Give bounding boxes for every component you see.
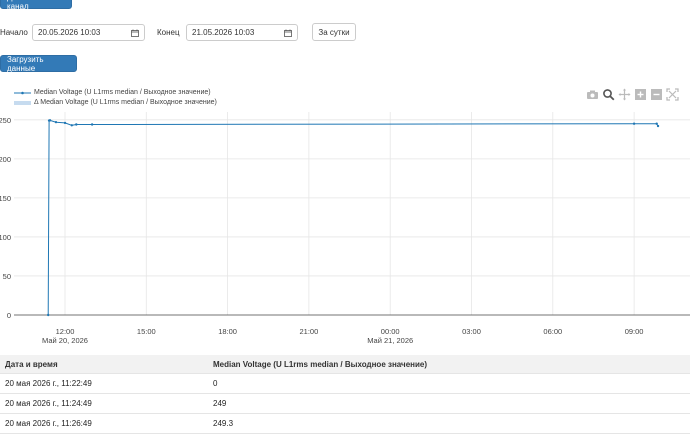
add-channel-button[interactable]: Добавить канал bbox=[0, 0, 72, 11]
x-tick-label: 15:00 bbox=[137, 327, 156, 336]
data-point bbox=[48, 119, 52, 122]
x-tick-label: 18:00 bbox=[218, 327, 237, 336]
x-tick-label: 06:00 bbox=[543, 327, 562, 336]
x-tick-label: 12:00 bbox=[56, 327, 75, 336]
y-tick-label: 250 bbox=[0, 116, 11, 125]
legend-item-series1[interactable]: Median Voltage (U L1rms median / Выходно… bbox=[14, 89, 211, 96]
table-row: 20 мая 2026 г., 11:24:49 249 bbox=[0, 394, 690, 414]
autoscale-icon[interactable] bbox=[666, 88, 679, 101]
start-date-input[interactable]: 20.05.2026 10:03 bbox=[32, 24, 145, 41]
header-datetime[interactable]: Дата и время bbox=[0, 360, 213, 369]
cell-datetime: 20 мая 2026 г., 11:26:49 bbox=[5, 419, 92, 428]
chart-toolbar bbox=[586, 88, 679, 101]
one-day-button[interactable]: За сутки bbox=[312, 23, 356, 41]
x-tick-label: 00:00 bbox=[381, 327, 400, 336]
median-voltage-line bbox=[47, 119, 659, 316]
x-tick-label: 09:00 bbox=[625, 327, 644, 336]
cell-voltage: 0 bbox=[213, 379, 218, 388]
y-tick-label: 100 bbox=[0, 233, 11, 242]
legend-label: Δ Median Voltage (U L1rms median / Выход… bbox=[34, 99, 217, 106]
camera-icon[interactable] bbox=[586, 88, 599, 101]
table-row: 20 мая 2026 г., 11:22:49 0 bbox=[0, 374, 690, 394]
data-point bbox=[63, 121, 67, 125]
x-tick-labels: 12:00Май 20, 2026 15:00 18:00 21:00 00:00Май… bbox=[42, 327, 643, 345]
cell-voltage: 249 bbox=[213, 399, 227, 408]
legend-label: Median Voltage (U L1rms median / Выходно… bbox=[34, 89, 211, 96]
zoom-in-icon[interactable] bbox=[634, 88, 647, 101]
calendar-icon[interactable] bbox=[284, 29, 292, 37]
data-point bbox=[75, 123, 78, 126]
x-date-label: Май 20, 2026 bbox=[42, 336, 88, 345]
x-date-label: Май 21, 2026 bbox=[367, 336, 413, 345]
zoom-out-icon[interactable] bbox=[650, 88, 663, 101]
data-point bbox=[656, 124, 660, 128]
y-tick-label: 200 bbox=[0, 155, 11, 164]
cell-datetime: 20 мая 2026 г., 11:22:49 bbox=[5, 379, 92, 388]
data-point bbox=[70, 124, 73, 127]
cell-voltage: 249.3 bbox=[213, 419, 234, 428]
x-grid bbox=[64, 112, 635, 315]
end-date-input[interactable]: 21.05.2026 10:03 bbox=[186, 24, 298, 41]
y-tick-label: 50 bbox=[3, 272, 11, 281]
zoom-icon[interactable] bbox=[602, 88, 615, 101]
data-points bbox=[47, 119, 660, 317]
end-label: Конец bbox=[157, 28, 180, 37]
y-tick-label: 150 bbox=[0, 194, 11, 203]
legend-item-series2[interactable]: Δ Median Voltage (U L1rms median / Выход… bbox=[14, 99, 217, 106]
data-point bbox=[632, 122, 636, 125]
cell-datetime: 20 мая 2026 г., 11:24:49 bbox=[5, 399, 92, 408]
data-point bbox=[90, 123, 94, 126]
data-point bbox=[47, 313, 50, 317]
start-label: Начало bbox=[0, 28, 28, 37]
calendar-icon[interactable] bbox=[131, 29, 139, 37]
x-tick-label: 21:00 bbox=[300, 327, 319, 336]
voltage-chart[interactable]: 0 50 100 150 200 250 12:00Май 20, 2026 15:00 18… bbox=[0, 112, 690, 348]
line-swatch-icon bbox=[14, 91, 31, 94]
pan-icon[interactable] bbox=[618, 88, 631, 101]
table-row: 20 мая 2026 г., 11:26:49 249.3 bbox=[0, 414, 690, 434]
header-voltage[interactable]: Median Voltage (U L1rms median / Выходно… bbox=[213, 360, 690, 369]
load-data-button[interactable]: Загрузить данные bbox=[0, 55, 77, 73]
start-date-value: 20.05.2026 10:03 bbox=[38, 28, 101, 37]
table-header: Дата и время Median Voltage (U L1rms med… bbox=[0, 355, 690, 374]
data-point bbox=[655, 122, 658, 125]
area-swatch-icon bbox=[14, 100, 31, 105]
data-point bbox=[54, 120, 58, 124]
end-date-value: 21.05.2026 10:03 bbox=[192, 28, 255, 37]
y-tick-labels: 0 50 100 150 200 250 bbox=[0, 116, 11, 320]
y-tick-label: 0 bbox=[7, 311, 11, 320]
data-table: Дата и время Median Voltage (U L1rms med… bbox=[0, 355, 690, 434]
y-grid bbox=[14, 119, 690, 277]
x-tick-label: 03:00 bbox=[462, 327, 481, 336]
